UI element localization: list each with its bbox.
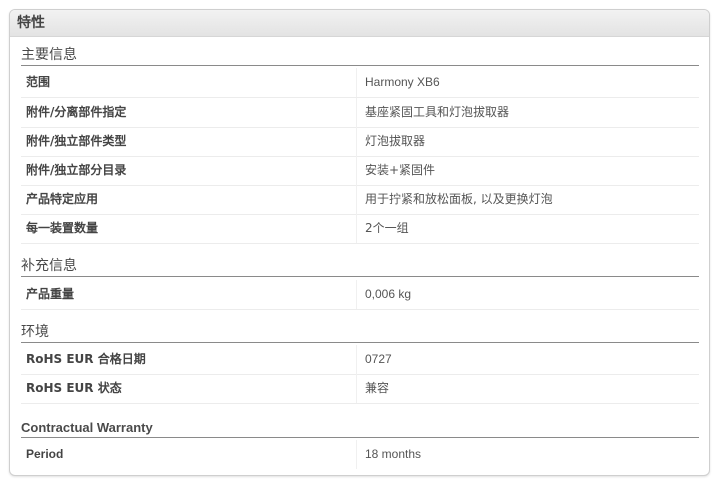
table-row: RoHS EUR 合格日期 0727	[21, 345, 699, 375]
section-title-environment: 环境	[21, 324, 699, 343]
row-label: 产品重量	[26, 280, 357, 309]
row-label: 产品特定应用	[26, 185, 357, 214]
table-row: 附件/分离部件指定 基座紧固工具和灯泡拔取器	[21, 98, 699, 128]
table-row: Period 18 months	[21, 440, 699, 469]
table-row: 范围 Harmony XB6	[21, 68, 699, 98]
panel-title: 特性	[10, 10, 709, 37]
row-value: 基座紧固工具和灯泡拔取器	[365, 105, 510, 119]
section-title-supplementary-info: 补充信息	[21, 258, 699, 277]
row-label: RoHS EUR 状态	[26, 374, 357, 403]
row-label: RoHS EUR 合格日期	[26, 345, 357, 374]
row-value: 0727	[365, 352, 392, 366]
section-title-contractual-warranty: Contractual Warranty	[21, 419, 699, 438]
table-row: 每一装置数量 2个一组	[21, 214, 699, 244]
row-label: Period	[26, 440, 357, 469]
row-label: 范围	[26, 68, 357, 97]
table-row: 附件/独立部件类型 灯泡拔取器	[21, 127, 699, 157]
row-value: 0,006 kg	[365, 287, 412, 301]
table-row: 产品特定应用 用于拧紧和放松面板, 以及更换灯泡	[21, 185, 699, 215]
table-row: 产品重量 0,006 kg	[21, 280, 699, 310]
section-title-main-info: 主要信息	[21, 47, 699, 66]
row-value: 18 months	[365, 447, 422, 461]
table-row: RoHS EUR 状态 兼容	[21, 374, 699, 404]
row-value: 安装+紧固件	[365, 163, 436, 177]
table-row: 附件/独立部分目录 安装+紧固件	[21, 156, 699, 186]
row-value: Harmony XB6	[365, 75, 440, 89]
characteristics-panel: 特性 主要信息 范围 Harmony XB6 附件/分离部件指定 基座紧固工具和…	[9, 9, 710, 476]
row-label: 附件/分离部件指定	[26, 98, 357, 127]
row-value: 兼容	[365, 381, 390, 395]
row-label: 每一装置数量	[26, 214, 357, 243]
row-label: 附件/独立部分目录	[26, 156, 357, 185]
row-value: 用于拧紧和放松面板, 以及更换灯泡	[365, 192, 553, 206]
row-value: 2个一组	[365, 221, 409, 235]
row-label: 附件/独立部件类型	[26, 127, 357, 156]
row-value: 灯泡拔取器	[365, 134, 426, 148]
